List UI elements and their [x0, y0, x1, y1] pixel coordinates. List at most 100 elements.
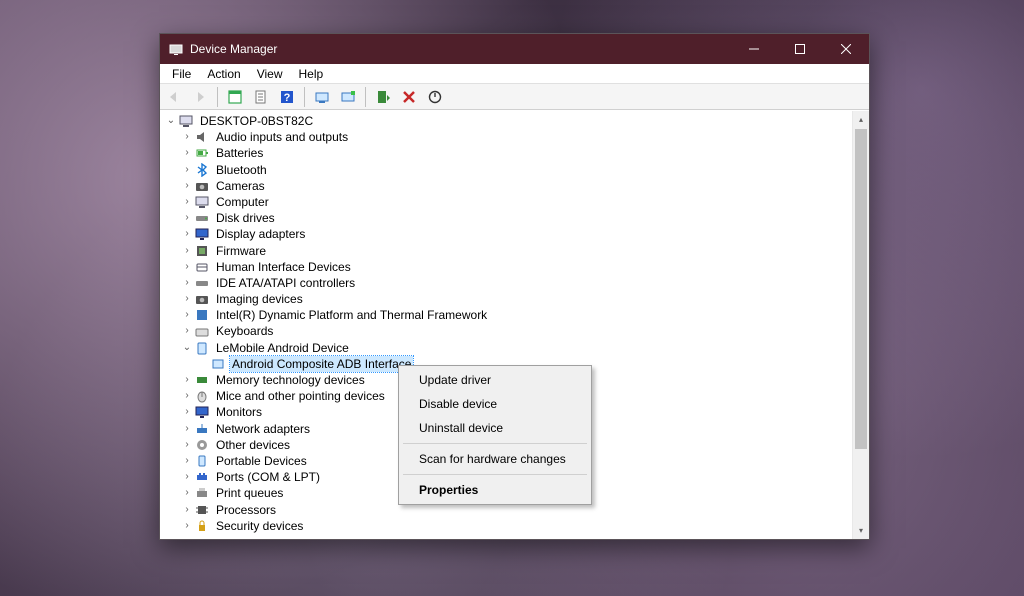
enable-device-toolbar-button[interactable] — [371, 86, 395, 108]
expand-icon[interactable]: › — [180, 454, 194, 468]
collapse-icon[interactable]: ⌄ — [164, 114, 178, 128]
toolbar-separator — [217, 87, 218, 107]
close-button[interactable] — [823, 34, 869, 64]
tree-label: Cameras — [214, 178, 267, 194]
expand-icon[interactable]: › — [180, 519, 194, 533]
expand-icon[interactable]: › — [180, 422, 194, 436]
camera-icon — [194, 178, 210, 194]
tree-label: Portable Devices — [214, 453, 309, 469]
expand-icon[interactable]: › — [180, 130, 194, 144]
menu-view[interactable]: View — [249, 65, 291, 83]
titlebar[interactable]: Device Manager — [160, 34, 869, 64]
tree-category-node[interactable]: ›Disk drives — [164, 210, 869, 226]
scroll-down-button[interactable]: ▾ — [853, 522, 869, 539]
tree-root-node[interactable]: ⌄ DESKTOP-0BST82C — [164, 113, 869, 129]
tree-category-node[interactable]: › Cameras — [164, 178, 869, 194]
expand-icon[interactable]: › — [180, 260, 194, 274]
monitor-icon — [194, 404, 210, 420]
tree-label: Batteries — [214, 145, 265, 161]
scan-hardware-toolbar-button[interactable] — [310, 86, 334, 108]
tree-category-node[interactable]: › Display adapters — [164, 226, 869, 242]
toolbar-separator — [365, 87, 366, 107]
security-icon — [194, 518, 210, 534]
tree-category-node[interactable]: › Firmware — [164, 243, 869, 259]
context-disable-device[interactable]: Disable device — [401, 392, 589, 416]
context-properties[interactable]: Properties — [401, 478, 589, 502]
expand-icon[interactable]: › — [180, 470, 194, 484]
expand-icon[interactable]: › — [180, 211, 194, 225]
tree-category-node[interactable]: › Keyboards — [164, 323, 869, 339]
scroll-up-button[interactable]: ▴ — [853, 111, 869, 128]
tree-category-node[interactable]: ›Imaging devices — [164, 291, 869, 307]
context-menu-separator — [403, 443, 587, 444]
expand-icon[interactable]: › — [180, 438, 194, 452]
tree-label: IDE ATA/ATAPI controllers — [214, 275, 357, 291]
tree-category-node[interactable]: ›Audio inputs and outputs — [164, 129, 869, 145]
toolbar: ? — [160, 84, 869, 110]
tree-label: Firmware — [214, 243, 268, 259]
tree-category-node[interactable]: ›Security devices — [164, 518, 869, 534]
expand-icon[interactable]: › — [180, 308, 194, 322]
expand-icon[interactable]: › — [180, 405, 194, 419]
system-device-icon — [194, 307, 210, 323]
expand-icon[interactable]: › — [180, 325, 194, 339]
tree-category-node[interactable]: › Batteries — [164, 145, 869, 161]
processor-icon — [194, 502, 210, 518]
expand-icon[interactable]: › — [180, 163, 194, 177]
expand-icon[interactable]: › — [180, 373, 194, 387]
menu-action[interactable]: Action — [199, 65, 248, 83]
menu-file[interactable]: File — [164, 65, 199, 83]
expand-icon[interactable]: › — [180, 244, 194, 258]
tree-label: Monitors — [214, 404, 264, 420]
tree-label: Mice and other pointing devices — [214, 388, 387, 404]
tree-category-node[interactable]: ›Intel(R) Dynamic Platform and Thermal F… — [164, 307, 869, 323]
tree-label: Keyboards — [214, 323, 275, 339]
context-menu-separator — [403, 474, 587, 475]
expand-icon[interactable]: › — [180, 389, 194, 403]
bluetooth-icon — [194, 162, 210, 178]
scroll-thumb[interactable] — [855, 129, 867, 449]
battery-icon — [194, 145, 210, 161]
menu-help[interactable]: Help — [291, 65, 332, 83]
firmware-icon — [194, 243, 210, 259]
window-controls — [731, 34, 869, 64]
toolbar-separator — [304, 87, 305, 107]
minimize-button[interactable] — [731, 34, 777, 64]
tree-label: Bluetooth — [214, 162, 269, 178]
expand-icon[interactable]: › — [180, 227, 194, 241]
expand-icon[interactable]: › — [180, 195, 194, 209]
forward-button[interactable] — [188, 86, 212, 108]
disk-icon — [194, 210, 210, 226]
tree-label: Processors — [214, 502, 278, 518]
expand-icon[interactable]: › — [180, 503, 194, 517]
ide-icon — [194, 275, 210, 291]
help-toolbar-button[interactable]: ? — [275, 86, 299, 108]
show-hide-console-button[interactable] — [223, 86, 247, 108]
tree-category-node[interactable]: › Bluetooth — [164, 162, 869, 178]
network-icon — [194, 421, 210, 437]
tree-category-node[interactable]: ›Human Interface Devices — [164, 259, 869, 275]
tree-label: Display adapters — [214, 226, 307, 242]
expand-icon[interactable]: › — [180, 276, 194, 290]
memory-icon — [194, 372, 210, 388]
maximize-button[interactable] — [777, 34, 823, 64]
tree-category-node[interactable]: › IDE ATA/ATAPI controllers — [164, 275, 869, 291]
expand-icon[interactable]: › — [180, 292, 194, 306]
properties-toolbar-button[interactable] — [249, 86, 273, 108]
tree-category-node[interactable]: ›Computer — [164, 194, 869, 210]
collapse-icon[interactable]: ⌄ — [180, 341, 194, 355]
update-driver-toolbar-button[interactable] — [336, 86, 360, 108]
tree-label: Ports (COM & LPT) — [214, 469, 322, 485]
disable-device-toolbar-button[interactable] — [423, 86, 447, 108]
expand-icon[interactable]: › — [180, 146, 194, 160]
expand-icon[interactable]: › — [180, 486, 194, 500]
expand-icon[interactable]: › — [180, 179, 194, 193]
back-button[interactable] — [162, 86, 186, 108]
context-update-driver[interactable]: Update driver — [401, 368, 589, 392]
context-uninstall-device[interactable]: Uninstall device — [401, 416, 589, 440]
display-icon — [194, 226, 210, 242]
vertical-scrollbar[interactable]: ▴ ▾ — [852, 111, 869, 539]
uninstall-toolbar-button[interactable] — [397, 86, 421, 108]
tree-category-node-expanded[interactable]: ⌄LeMobile Android Device — [164, 340, 869, 356]
context-scan-hardware[interactable]: Scan for hardware changes — [401, 447, 589, 471]
